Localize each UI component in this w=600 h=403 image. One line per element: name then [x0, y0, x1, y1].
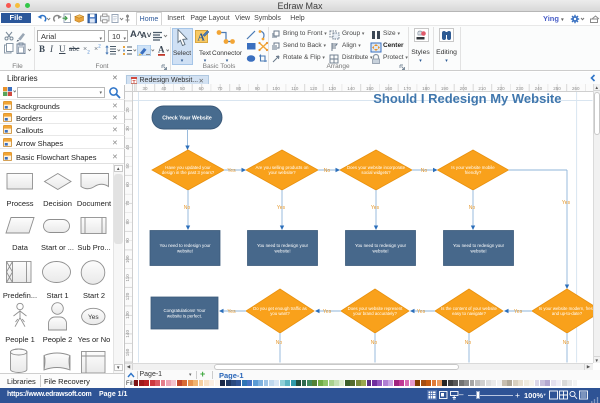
svg-text:No: No: [469, 205, 476, 211]
svg-text:your website?: your website?: [268, 170, 296, 175]
svg-text:70: 70: [125, 200, 130, 206]
svg-text:Is your website mobile: Is your website mobile: [451, 165, 495, 170]
svg-text:Congratulations! Your: Congratulations! Your: [164, 308, 207, 313]
svg-text:A: A: [158, 45, 165, 55]
svg-text:Is the content of your website: Is the content of your website: [441, 306, 498, 311]
svg-text:80: 80: [125, 219, 130, 225]
svg-text:You need to redesign your: You need to redesign your: [159, 243, 211, 248]
svg-text:friendly?: friendly?: [465, 170, 482, 175]
svg-text:and up-to-date?: and up-to-date?: [552, 311, 583, 316]
svg-text:Does your website represent: Does your website represent: [348, 306, 403, 311]
svg-text:website!: website!: [274, 249, 290, 254]
svg-text:130: 130: [125, 311, 130, 319]
svg-text:120: 120: [125, 292, 130, 300]
svg-text:90: 90: [125, 238, 130, 244]
svg-text:Does your website incorporate: Does your website incorporate: [347, 165, 406, 170]
svg-text:Yes: Yes: [562, 200, 571, 206]
svg-text:No: No: [324, 168, 331, 174]
svg-text:40: 40: [125, 144, 130, 150]
svg-text:Yes: Yes: [88, 314, 99, 321]
svg-text:30: 30: [125, 126, 130, 132]
svg-text:140: 140: [125, 330, 130, 338]
svg-text:your brand accurately?: your brand accurately?: [353, 311, 397, 316]
svg-text:website!: website!: [372, 249, 388, 254]
svg-text:Yes: Yes: [227, 309, 236, 315]
svg-text:110: 110: [125, 274, 130, 282]
svg-text:No: No: [184, 205, 191, 211]
svg-text:website is perfect.: website is perfect.: [167, 314, 202, 319]
svg-text:No: No: [421, 168, 428, 174]
svg-text:Are you selling products on: Are you selling products on: [256, 165, 310, 170]
svg-text:design in the past 3 years?: design in the past 3 years?: [162, 170, 215, 175]
svg-text:No: No: [563, 340, 570, 346]
svg-text:No: No: [465, 340, 472, 346]
svg-text:150: 150: [125, 348, 130, 356]
svg-text:website!: website!: [470, 249, 486, 254]
svg-text:Check Your Website: Check Your Website: [162, 116, 212, 122]
svg-text:You need to redesign your: You need to redesign your: [453, 243, 505, 248]
svg-text:You need to redesign your: You need to redesign your: [257, 243, 309, 248]
svg-text:Yes: Yes: [227, 168, 236, 174]
svg-text:Yes: Yes: [323, 309, 332, 315]
svg-text:60: 60: [125, 182, 130, 188]
svg-text:No: No: [276, 340, 283, 346]
svg-text:social widgets?: social widgets?: [361, 170, 391, 175]
svg-text:Yes: Yes: [371, 205, 380, 211]
svg-text:Yes: Yes: [417, 309, 426, 315]
svg-text:No: No: [371, 340, 378, 346]
svg-text:website!: website!: [177, 249, 193, 254]
svg-text:easy to navigate?: easy to navigate?: [452, 311, 486, 316]
svg-text:You need to redesign your: You need to redesign your: [355, 243, 407, 248]
svg-text:Should I Redesign My Website: Should I Redesign My Website: [373, 92, 561, 106]
svg-text:Have you updated your: Have you updated your: [165, 165, 211, 170]
svg-text:Yes: Yes: [514, 309, 523, 315]
svg-text:you want?: you want?: [270, 311, 290, 316]
svg-text:20: 20: [125, 107, 130, 113]
svg-text:100: 100: [125, 255, 130, 263]
svg-text:Is your website modern, fresh: Is your website modern, fresh: [539, 306, 593, 311]
svg-text:50: 50: [125, 163, 130, 169]
svg-text:Do you get enough traffic as: Do you get enough traffic as: [253, 306, 307, 311]
svg-text:Yes: Yes: [277, 205, 286, 211]
